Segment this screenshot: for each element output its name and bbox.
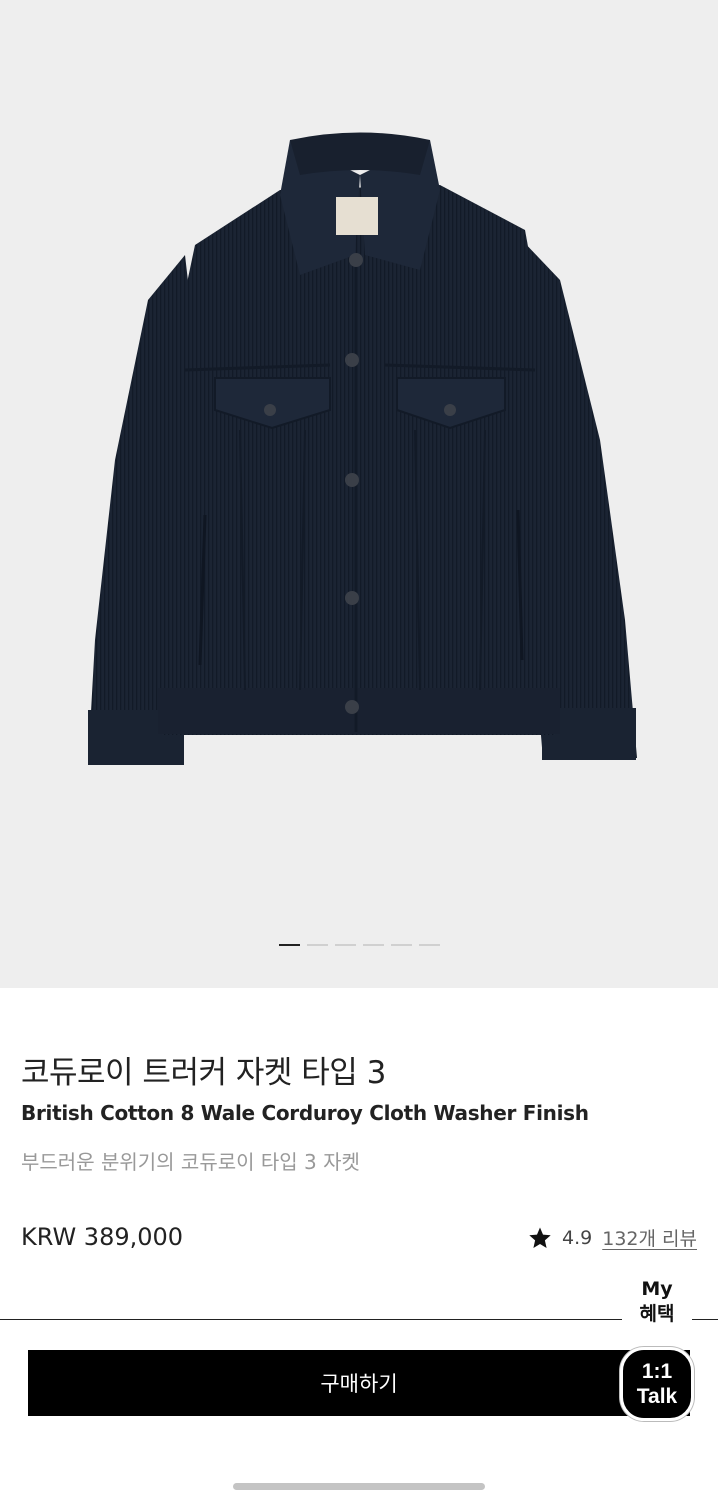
home-indicator[interactable] (233, 1483, 485, 1490)
my-benefit-tab[interactable]: My 혜택 (622, 1277, 692, 1327)
talk-label-line2: Talk (636, 1385, 678, 1408)
carousel-indicator (279, 944, 440, 946)
carousel-dot[interactable] (363, 944, 384, 946)
product-image-gallery[interactable] (0, 0, 718, 988)
one-to-one-talk-button[interactable]: 1:1 Talk (620, 1347, 694, 1421)
carousel-dot[interactable] (335, 944, 356, 946)
product-description: 부드러운 분위기의 코듀로이 타입 3 자켓 (21, 1150, 360, 1174)
divider (0, 1319, 622, 1320)
jacket-product-image (88, 132, 637, 765)
carousel-dot[interactable] (279, 944, 300, 946)
review-count-link[interactable]: 132개 리뷰 (602, 1224, 697, 1251)
carousel-dot[interactable] (391, 944, 412, 946)
product-title: 코듀로이 트러커 자켓 타입 3 (21, 1055, 386, 1091)
talk-label-line1: 1:1 (641, 1360, 673, 1383)
product-price: KRW 389,000 (21, 1223, 184, 1251)
carousel-dot[interactable] (419, 944, 440, 946)
benefit-label-line1: My (641, 1278, 673, 1300)
product-subtitle: British Cotton 8 Wale Corduroy Cloth Was… (21, 1101, 589, 1125)
rating-summary: 4.9 132개 리뷰 (528, 1224, 697, 1251)
benefit-label-line2: 혜택 (639, 1303, 675, 1325)
carousel-dot[interactable] (307, 944, 328, 946)
star-icon (529, 1227, 551, 1248)
rating-value: 4.9 (562, 1226, 593, 1249)
divider (692, 1319, 718, 1320)
buy-button[interactable]: 구매하기 (28, 1350, 690, 1416)
